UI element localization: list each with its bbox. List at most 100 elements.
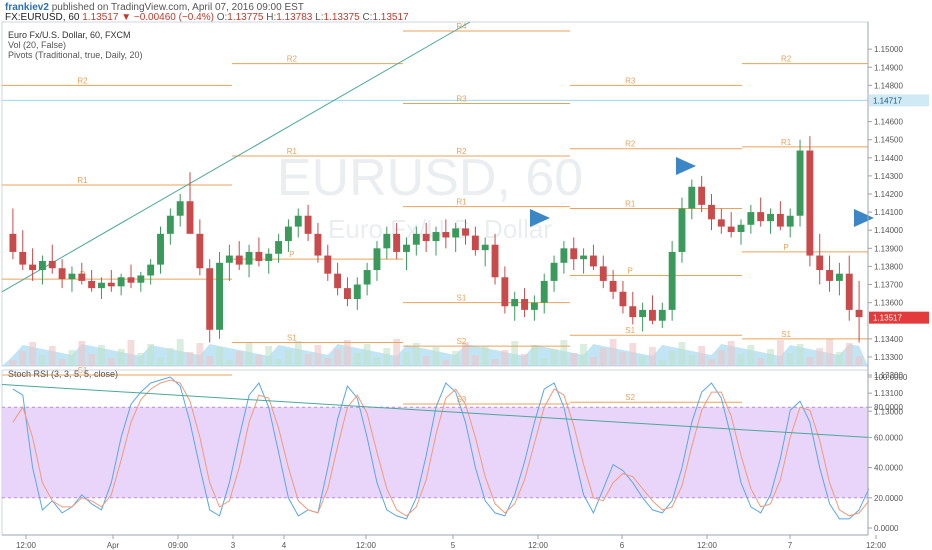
volume-bar — [206, 356, 214, 366]
candle-body — [491, 244, 499, 278]
candle-body — [530, 302, 538, 310]
volume-bar — [107, 358, 115, 366]
volume-bar — [550, 349, 558, 366]
price-tick-label: 1.13800 — [874, 262, 903, 271]
volume-bar — [58, 359, 66, 366]
volume-bar — [304, 354, 312, 366]
candle-body — [501, 277, 509, 307]
candle-body — [127, 277, 135, 283]
volume-bar — [216, 347, 223, 366]
candle-body — [462, 228, 469, 236]
candle-body — [619, 291, 627, 307]
stoch-tick-label: 100.0000 — [874, 373, 908, 382]
price-tick-label: 1.15000 — [874, 45, 903, 54]
pivot-label: S1 — [457, 294, 467, 303]
time-tick-label: 12:00 — [16, 541, 37, 550]
watermark-name: Euro Fx/U.S. Dollar — [328, 214, 552, 244]
time-tick-label: Apr — [107, 541, 120, 550]
candle-body — [314, 233, 322, 256]
candle-body — [727, 226, 735, 233]
volume-bar — [176, 339, 184, 366]
volume-bar — [78, 341, 86, 366]
price-tick-label: 1.14200 — [874, 190, 903, 199]
candle-body — [78, 273, 86, 281]
candle-body — [9, 233, 17, 252]
candle-body — [511, 299, 519, 307]
volume-bar — [19, 351, 27, 366]
candle-body — [255, 251, 263, 261]
volume-bar — [432, 347, 440, 366]
chart-canvas[interactable]: EURUSD, 60 Euro Fx/U.S. Dollar R2 R1 P S1 R2 R1… — [0, 0, 932, 550]
stoch-tick-label: 40.0000 — [874, 464, 903, 473]
candle-body — [835, 273, 843, 281]
candle-body — [157, 233, 164, 265]
legend: Euro Fx/U.S. Dollar, 60, FXCM Vol (20, F… — [8, 30, 143, 379]
pivot-label: S2 — [625, 393, 635, 402]
candle-body — [649, 309, 656, 321]
stoch-tick-label: 80.0000 — [874, 403, 903, 412]
volume-bar — [452, 351, 460, 366]
candle-body — [58, 268, 66, 280]
candle-body — [471, 235, 479, 251]
volume-bar — [166, 348, 174, 366]
candle-body — [678, 208, 686, 252]
volume-bar — [747, 345, 755, 366]
price-tick-label: 1.14500 — [874, 136, 903, 145]
candle-body — [196, 233, 204, 269]
pivot-label: S1 — [287, 333, 297, 342]
candle-body — [38, 260, 46, 271]
volume-bar — [845, 343, 853, 366]
candle-body — [176, 201, 184, 216]
volume-bar — [688, 355, 696, 366]
volume-bar — [314, 345, 322, 366]
pivot-label: R2 — [77, 76, 88, 85]
pivot-label: R1 — [287, 147, 298, 156]
volume-bar — [245, 342, 253, 366]
candle-body — [708, 204, 715, 220]
volume-bar — [363, 344, 371, 366]
stoch-pane[interactable] — [1, 369, 870, 536]
volume-bar — [265, 346, 273, 366]
candle-body — [206, 268, 214, 330]
candle-body — [550, 262, 558, 281]
highlight-price-label: 1.14717 — [873, 96, 902, 105]
candle-body — [304, 215, 312, 234]
volume-bar — [98, 345, 105, 366]
main-pane[interactable]: EURUSD, 60 Euro Fx/U.S. Dollar R2 R1 P S1 R2 R1… — [1, 21, 874, 405]
candle-body — [98, 282, 105, 289]
candle-body — [117, 277, 125, 287]
volume-bar — [708, 359, 715, 366]
volume-bar — [471, 355, 479, 366]
candle-body — [363, 270, 371, 285]
volume-bar — [294, 341, 302, 366]
candle-body — [816, 255, 824, 271]
volume-bar — [776, 340, 784, 366]
volume-bar — [786, 353, 794, 366]
pivot-label: P — [289, 250, 294, 259]
candle-body — [68, 273, 76, 280]
pivot-label: R3 — [625, 76, 636, 85]
pivot-label: R2 — [625, 140, 636, 149]
volume-bar — [88, 354, 96, 366]
volume-bar — [619, 352, 627, 366]
candle-body — [698, 186, 706, 205]
candle-body — [137, 275, 145, 283]
candle-body — [216, 262, 223, 330]
volume-bar — [334, 349, 342, 366]
legend-title: Euro Fx/U.S. Dollar, 60, FXCM — [8, 30, 131, 40]
volume-bar — [255, 355, 263, 366]
volume-bar — [806, 357, 814, 366]
volume-bar — [698, 346, 706, 366]
volume-bar — [580, 344, 588, 366]
candle-body — [688, 186, 696, 209]
time-tick-label: 09:00 — [168, 541, 189, 550]
volume-bar — [649, 347, 656, 366]
candle-body — [737, 224, 745, 233]
candle-body — [747, 212, 755, 225]
pivot-label: P — [628, 266, 633, 275]
volume-bar — [491, 359, 499, 366]
candle-body — [639, 309, 647, 318]
candle-body — [107, 282, 115, 287]
volume-bar — [186, 352, 194, 366]
price-tick-label: 1.13300 — [874, 353, 903, 362]
